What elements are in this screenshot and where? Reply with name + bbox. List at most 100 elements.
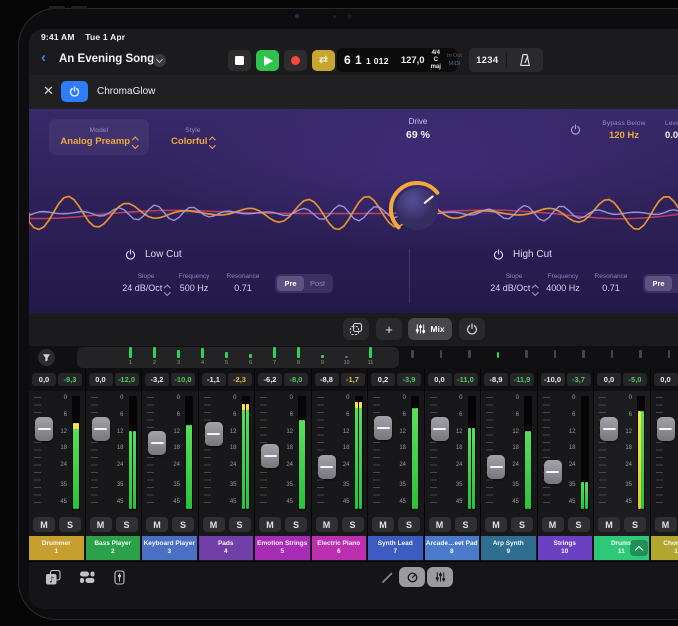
meter-scale-label: 12 — [112, 429, 124, 435]
fader-handle[interactable] — [205, 422, 223, 446]
song-menu-button[interactable] — [153, 54, 166, 67]
track-name-tile[interactable]: Electric Piano 6 — [312, 536, 367, 560]
fader-handle[interactable] — [600, 417, 618, 441]
mix-view-button[interactable]: Mix — [408, 318, 452, 340]
track-name-tile[interactable]: Emotion Strings 5 — [255, 536, 310, 560]
track-name-tile[interactable]: Arp Synth 9 — [481, 536, 536, 560]
pre-option[interactable]: Pre — [277, 276, 304, 291]
mute-button[interactable]: M — [542, 517, 564, 532]
cycle-icon: ⇄ — [319, 55, 328, 66]
mute-button[interactable]: M — [259, 517, 281, 532]
knobs-view-button[interactable] — [399, 567, 425, 587]
meter-scale-label: 45 — [451, 499, 463, 505]
mixer-power-button[interactable] — [459, 318, 485, 340]
filter-button[interactable] — [38, 349, 55, 366]
mute-button[interactable]: M — [598, 517, 620, 532]
solo-button[interactable]: S — [116, 517, 138, 532]
level-control[interactable]: Level 0.0 — [665, 120, 678, 141]
plugin-power-button[interactable] — [61, 81, 88, 102]
count-in-button[interactable]: 1234 — [469, 48, 506, 72]
back-chevron-icon[interactable]: ‹ — [41, 51, 46, 65]
solo-button[interactable]: S — [455, 517, 477, 532]
track-name-tile[interactable]: Strings 10 — [538, 536, 593, 560]
fader-handle[interactable] — [261, 444, 279, 468]
track-name-tile[interactable]: Synth Lead 7 — [368, 536, 423, 560]
collapse-chevron-button[interactable] — [630, 540, 648, 556]
lcd-display[interactable]: 6 1 1 012 127,0 4/4 C maj In Out MIDI — [337, 48, 457, 72]
metronome-button[interactable] — [507, 48, 544, 72]
faders-view-button[interactable] — [427, 567, 453, 587]
song-title[interactable]: An Evening Song — [59, 53, 154, 65]
svg-text:♪: ♪ — [49, 575, 54, 585]
fader-handle[interactable] — [318, 455, 336, 479]
track-name-tile[interactable]: Chorus V 12 — [651, 536, 678, 560]
level-meter — [637, 396, 645, 510]
high-cut-pre-post-toggle[interactable]: Pre Post — [643, 274, 678, 293]
high-cut-resonance[interactable]: Resonance0.71 — [585, 273, 637, 293]
pencil-button[interactable] — [381, 571, 394, 584]
fader-panel-button[interactable] — [114, 570, 125, 585]
solo-button[interactable]: S — [172, 517, 194, 532]
mute-button[interactable]: M — [146, 517, 168, 532]
model-selector[interactable]: Model Analog Preamp — [49, 119, 149, 155]
mute-button[interactable]: M — [33, 517, 55, 532]
play-button[interactable] — [256, 50, 279, 71]
post-option[interactable]: Post — [672, 276, 678, 291]
bypass-power-button[interactable] — [570, 124, 581, 135]
cycle-button[interactable]: ⇄ — [312, 50, 335, 71]
fader-handle[interactable] — [487, 455, 505, 479]
low-cut-pre-post-toggle[interactable]: Pre Post — [275, 274, 333, 293]
solo-button[interactable]: S — [285, 517, 307, 532]
browser-button[interactable] — [79, 571, 95, 584]
mute-button[interactable]: M — [485, 517, 507, 532]
mute-button[interactable]: M — [203, 517, 225, 532]
high-cut-frequency[interactable]: Frequency4000 Hz — [535, 273, 591, 293]
meter-scale-label: 12 — [225, 429, 237, 435]
mixer-overview-strip[interactable]: 1234567891011 — [29, 346, 678, 369]
overview-viewport[interactable] — [77, 347, 399, 368]
add-track-button[interactable]: + — [376, 318, 402, 340]
paste-button[interactable] — [343, 318, 369, 340]
solo-button[interactable]: S — [59, 517, 81, 532]
drive-knob[interactable] — [385, 177, 449, 241]
track-name-tile[interactable]: Keyboard Player 3 — [142, 536, 197, 560]
fader-handle[interactable] — [148, 431, 166, 455]
fader-handle[interactable] — [431, 417, 449, 441]
loop-browser-button[interactable]: ♪ — [45, 569, 62, 585]
solo-button[interactable]: S — [568, 517, 590, 532]
low-cut-power-button[interactable] — [125, 249, 136, 260]
fader-handle[interactable] — [544, 460, 562, 484]
fader-handle[interactable] — [374, 416, 392, 440]
fader-handle[interactable] — [92, 417, 110, 441]
record-button[interactable] — [284, 50, 307, 71]
fader-handle[interactable] — [35, 417, 53, 441]
stop-button[interactable] — [228, 50, 251, 71]
mute-button[interactable]: M — [655, 517, 677, 532]
track-name-row: Arp Synth 9 — [481, 536, 537, 561]
low-cut-resonance[interactable]: Resonance0.71 — [217, 273, 269, 293]
meter-scale-label: 35 — [225, 482, 237, 488]
meter-scale-label: 18 — [112, 445, 124, 451]
track-name-tile[interactable]: Drummer 1 — [29, 536, 84, 560]
solo-button[interactable]: S — [511, 517, 533, 532]
level-value-badge: -11,0 — [454, 373, 478, 386]
mute-button[interactable]: M — [372, 517, 394, 532]
pre-option[interactable]: Pre — [645, 276, 672, 291]
mute-button[interactable]: M — [429, 517, 451, 532]
mute-button[interactable]: M — [90, 517, 112, 532]
solo-button[interactable]: S — [398, 517, 420, 532]
mute-button[interactable]: M — [316, 517, 338, 532]
bypass-below-control[interactable]: Bypass Below 120 Hz — [587, 120, 661, 141]
high-cut-power-button[interactable] — [493, 249, 504, 260]
solo-button[interactable]: S — [624, 517, 646, 532]
solo-button[interactable]: S — [342, 517, 364, 532]
track-name-tile[interactable]: Arcade…eet Pad 8 — [425, 536, 480, 560]
fader-handle[interactable] — [657, 417, 675, 441]
solo-button[interactable]: S — [229, 517, 251, 532]
low-cut-frequency[interactable]: Frequency500 Hz — [166, 273, 222, 293]
track-name-tile[interactable]: Bass Player 2 — [86, 536, 141, 560]
track-name-tile[interactable]: Pads 4 — [199, 536, 254, 560]
style-selector[interactable]: Style Colorful — [157, 119, 229, 155]
close-icon[interactable]: ✕ — [43, 84, 54, 98]
post-option[interactable]: Post — [304, 276, 331, 291]
